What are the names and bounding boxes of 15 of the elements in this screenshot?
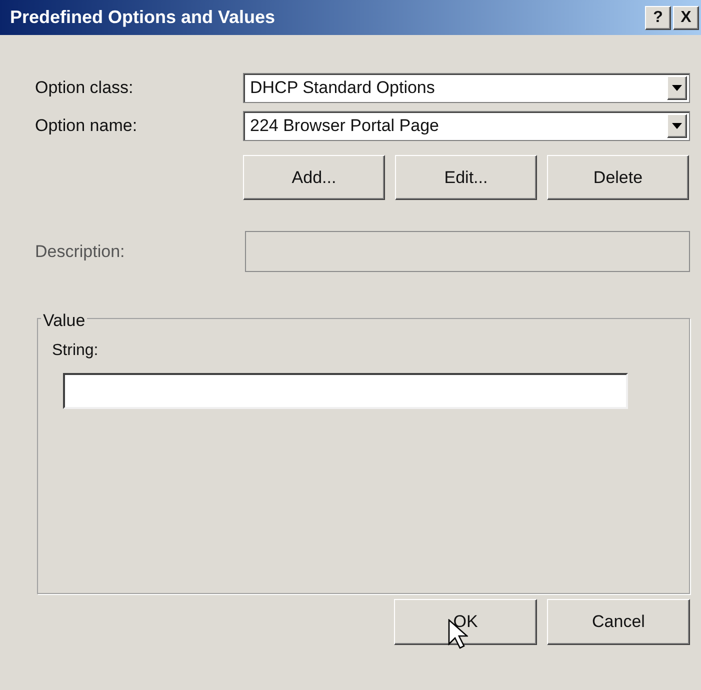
close-button[interactable]: X xyxy=(673,6,699,30)
string-field[interactable] xyxy=(63,373,628,409)
field-label: Option name: xyxy=(35,115,138,138)
option-button[interactable]: Delete xyxy=(547,155,689,200)
option-button[interactable]: Edit... xyxy=(395,155,537,200)
dialog-button[interactable]: Cancel xyxy=(547,599,690,645)
option-button[interactable]: Add... xyxy=(243,155,385,200)
string-label: String: xyxy=(52,341,98,361)
dropdown[interactable]: 224 Browser Portal Page xyxy=(243,111,690,141)
dropdown[interactable]: DHCP Standard Options xyxy=(243,73,690,103)
help-button[interactable]: ? xyxy=(645,6,671,30)
description-label: Description: xyxy=(35,240,126,263)
field-label: Option class: xyxy=(35,77,134,100)
window-title: Predefined Options and Values xyxy=(10,6,276,29)
dialog-button[interactable]: OK xyxy=(394,599,537,645)
